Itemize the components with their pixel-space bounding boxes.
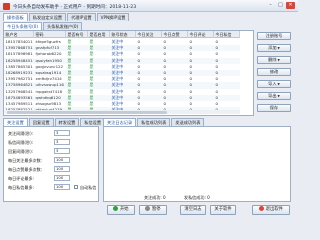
title-bar: 今日头条自动发布助手 - 正式用户 - 到期时间：2018-11-23 – □ … [0, 0, 298, 12]
tab-private-accounts[interactable]: 头条私发账户(0) [43, 22, 83, 30]
register-account-button[interactable]: 注册账号 [257, 32, 291, 40]
delete-button[interactable]: 删除▼ [257, 56, 291, 64]
column-header[interactable]: 账号状态 [110, 31, 136, 38]
tab-message-success-list[interactable]: 私信成功列表 [137, 118, 171, 126]
follow-interval-input[interactable]: 3 [54, 130, 70, 136]
table-body: 18157854011 kfepe5guzfrs 是是关注中 0 0 0 0 13957868… [4, 39, 240, 114]
scrollbar-thumb[interactable] [7, 110, 167, 114]
tab-send-success-list[interactable]: 发送成功列表 [171, 118, 205, 126]
follow-interval-label: 关注间隔(秒): [8, 131, 34, 136]
button-label: 退出软件 [265, 207, 283, 212]
tab-toutiao-accounts[interactable]: 今日头条账号(0) [3, 22, 43, 30]
button-label: 暂停 [151, 207, 161, 212]
button-label: 修改 [269, 69, 279, 74]
column-header[interactable]: 账户名 [4, 31, 34, 38]
start-button[interactable]: 开始 [107, 205, 135, 215]
add-button[interactable]: 添加▼ [257, 44, 291, 52]
close-button[interactable]: ✕ [286, 2, 295, 9]
message-interval-label: 私信间隔(秒): [8, 140, 34, 145]
log-tab-bar: 关注日志记录 私信成功列表 发送成功列表 [103, 118, 205, 126]
tab-vpn-settings[interactable]: VPN换IP设置 [96, 13, 130, 21]
tab-reply-settings[interactable]: 回复设置 [28, 118, 54, 126]
daily-follow-label: 每日关注最多次数: [8, 158, 43, 163]
button-label: 导出 [268, 93, 277, 98]
chevron-down-icon: ▼ [277, 58, 280, 62]
column-header[interactable]: 今日私信 [214, 31, 240, 38]
tab-forward-settings[interactable]: 转发设置 [54, 118, 80, 126]
tab-follow-log[interactable]: 关注日志记录 [103, 118, 137, 126]
clear-log-button[interactable]: 清空日志 [180, 205, 206, 215]
play-icon [113, 206, 119, 211]
reply-interval-input[interactable]: 3 [54, 148, 70, 154]
account-tab-bar: 今日头条账号(0) 头条私发账户(0) [3, 22, 83, 30]
message-success-count: 发私信成功: 0 [184, 195, 210, 200]
column-header[interactable]: 今日点赞 [162, 31, 188, 38]
button-label: 导入 [268, 81, 277, 86]
button-label: 保存 [269, 105, 279, 110]
chevron-down-icon: ▼ [277, 82, 280, 86]
column-header[interactable]: 今日关注 [136, 31, 162, 38]
follow-success-count: 关注成功: 0 [144, 195, 166, 200]
window-title: 今日头条自动发布助手 - 正式用户 - 到期时间：2018-11-23 [13, 4, 137, 10]
tab-operation-panel[interactable]: 操作面板 [3, 13, 28, 21]
daily-follow-input[interactable]: 100 [54, 157, 70, 163]
button-label: 关于软件 [214, 207, 232, 212]
tab-message-settings[interactable]: 私信设置 [80, 118, 106, 126]
daily-comment-label: 每日评论最多: [8, 176, 34, 181]
auto-message-label: 自动私信 [80, 185, 97, 190]
exit-button[interactable]: 退出软件 [252, 205, 290, 215]
tab-private-msg-settings[interactable]: 私发自定义设置 [28, 13, 67, 21]
button-label: 注册账号 [265, 33, 283, 38]
import-button[interactable]: 导入▼ [257, 80, 291, 88]
daily-comment-input[interactable]: 100 [54, 175, 70, 181]
top-tab-bar: 操作面板 私发自定义设置 代理IP设置 VPN换IP设置 [3, 13, 130, 21]
auto-message-checkbox[interactable] [74, 185, 78, 189]
reply-interval-label: 回复间隔(秒): [8, 149, 34, 154]
table-header: 账户名 密码 是否有号 是否启用 账号状态 今日关注 今日点赞 今日评论 今日私… [4, 31, 240, 38]
button-label: 删除 [268, 57, 277, 62]
minimize-button[interactable]: – [266, 2, 275, 9]
pause-icon [145, 206, 151, 211]
column-header[interactable]: 是否启用 [88, 31, 110, 38]
edit-button[interactable]: 修改 [257, 68, 291, 76]
close-icon [259, 206, 265, 211]
button-label: 添加 [268, 45, 277, 50]
chevron-down-icon: ▼ [277, 94, 280, 98]
settings-panel: 关注间隔(秒): 3 私信间隔(秒): 3 回复间隔(秒): 3 每日关注最多次… [3, 126, 99, 202]
save-button[interactable]: 保存 [257, 104, 291, 112]
daily-like-input[interactable]: 100 [54, 166, 70, 172]
daily-like-label: 每日点赞最多次数: [8, 167, 43, 172]
settings-tab-bar: 关注设置 回复设置 转发设置 私信设置 [3, 118, 106, 126]
pause-button[interactable]: 暂停 [139, 205, 167, 215]
export-button[interactable]: 导出▼ [257, 92, 291, 100]
column-header[interactable]: 密码 [34, 31, 66, 38]
maximize-button[interactable]: □ [276, 2, 285, 9]
tab-follow-settings[interactable]: 关注设置 [3, 118, 28, 126]
column-header[interactable]: 今日评论 [188, 31, 214, 38]
log-panel[interactable]: 关注成功: 0 发私信成功: 0 [103, 126, 291, 202]
button-label: 清空日志 [184, 207, 202, 212]
column-header[interactable]: 是否有号 [66, 31, 88, 38]
horizontal-scrollbar[interactable] [5, 110, 240, 114]
daily-message-label: 每日私信最多: [8, 185, 34, 190]
accounts-table: 账户名 密码 是否有号 是否启用 账号状态 今日关注 今日点赞 今日评论 今日私… [3, 30, 254, 116]
tab-proxy-ip-settings[interactable]: 代理IP设置 [67, 13, 96, 21]
app-logo-icon [3, 2, 10, 10]
about-button[interactable]: 关于软件 [210, 205, 236, 215]
message-interval-input[interactable]: 3 [54, 139, 70, 145]
button-label: 开始 [119, 207, 129, 212]
chevron-down-icon: ▼ [277, 46, 280, 50]
daily-message-input[interactable]: 100 [54, 184, 70, 190]
